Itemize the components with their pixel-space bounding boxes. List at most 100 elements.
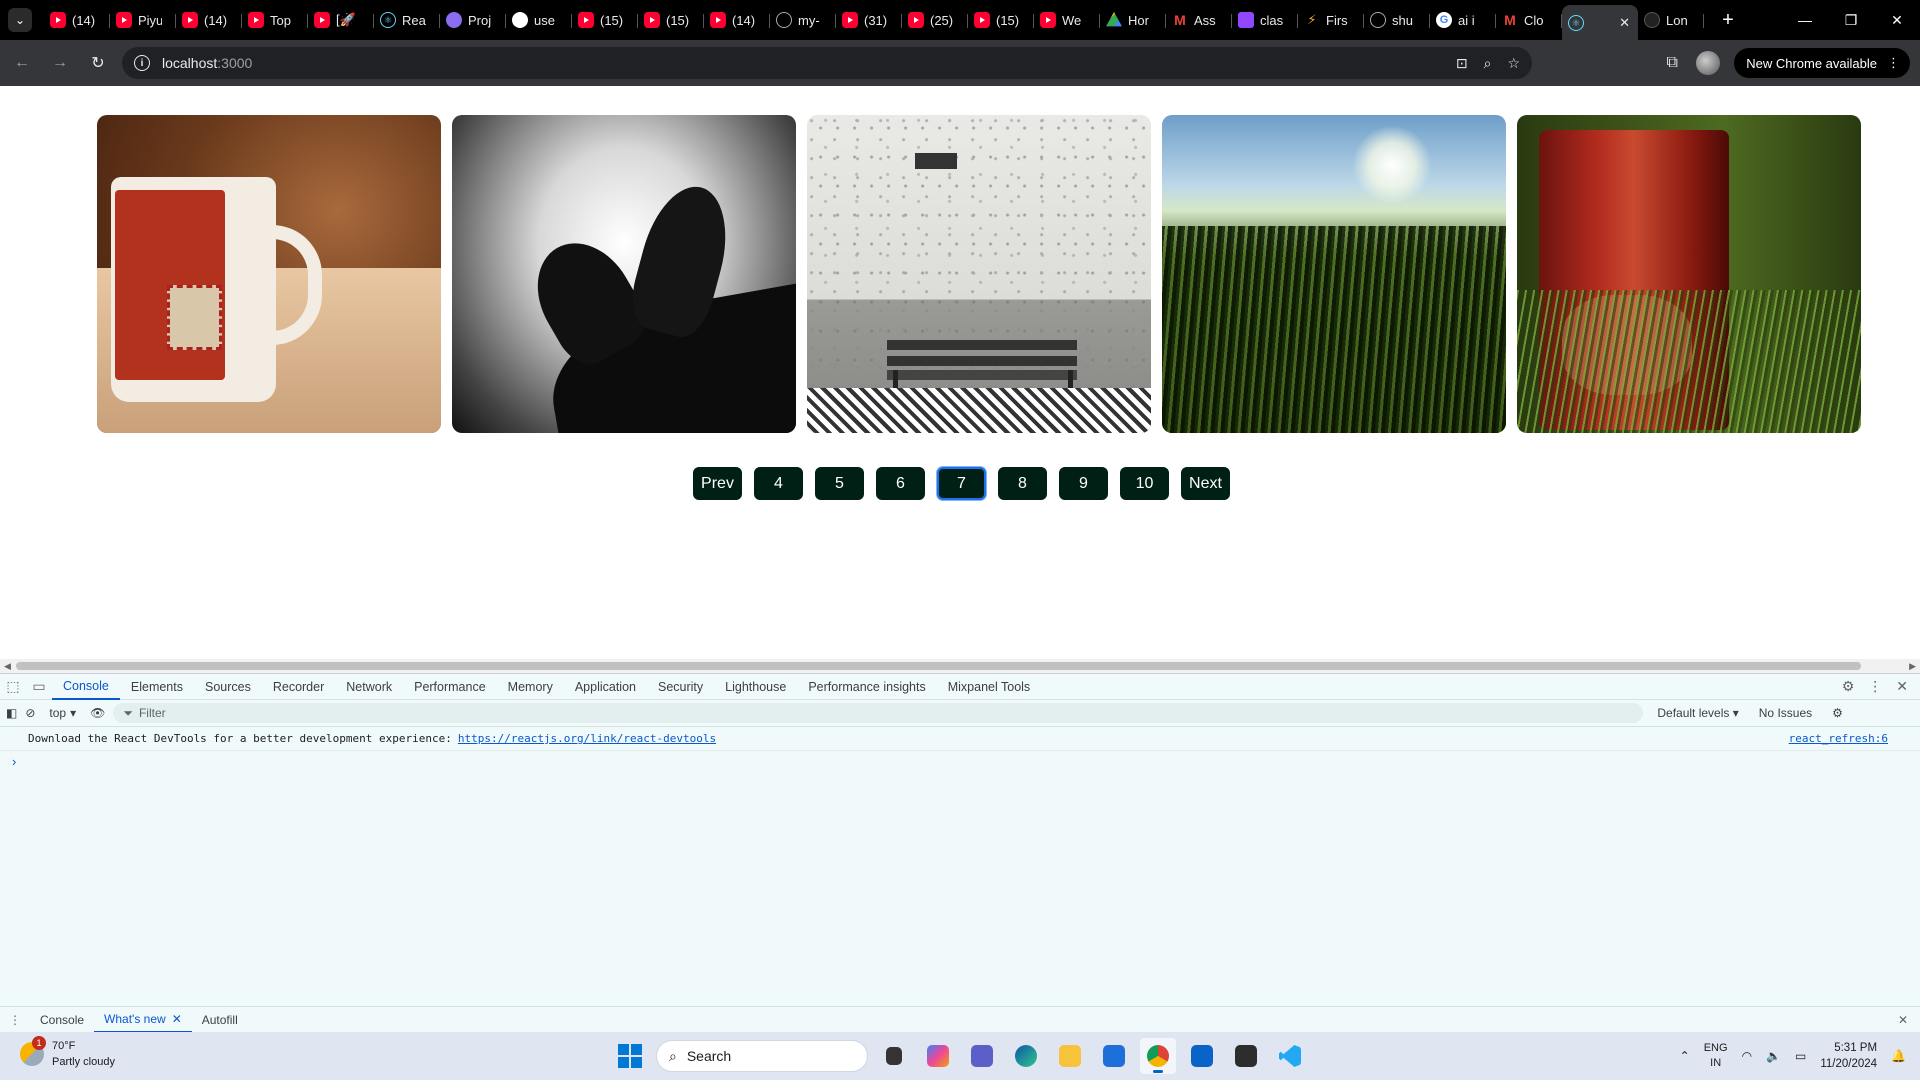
close-drawer-icon[interactable]: ✕ (1898, 1013, 1908, 1027)
next-button[interactable]: Next (1181, 467, 1230, 500)
new-tab-button[interactable]: + (1716, 9, 1740, 32)
devtools-tab-recorder[interactable]: Recorder (262, 674, 335, 700)
close-devtools-icon[interactable]: ✕ (1896, 678, 1908, 695)
tab-item[interactable]: clas (1232, 5, 1298, 35)
clear-console-icon[interactable]: ⊘ (25, 706, 35, 720)
weather-widget[interactable]: 1 70°F Partly cloudy (20, 1036, 115, 1070)
devtools-tab-lighthouse[interactable]: Lighthouse (714, 674, 797, 700)
close-drawer-tab-icon[interactable]: ✕ (172, 1012, 182, 1026)
install-app-icon[interactable]: ⊡ (1456, 55, 1468, 72)
tab-item[interactable]: use (506, 5, 572, 35)
tab-item[interactable]: my- (770, 5, 836, 35)
terminal-icon[interactable] (1228, 1038, 1264, 1074)
context-select[interactable]: top ▾ (43, 706, 82, 720)
devtools-tab-memory[interactable]: Memory (497, 674, 564, 700)
devtools-tab-sources[interactable]: Sources (194, 674, 262, 700)
live-expression-icon[interactable]: 👁 (90, 706, 105, 720)
tab-item[interactable]: Proj (440, 5, 506, 35)
tab-item[interactable]: Gai i (1430, 5, 1496, 35)
issues-count[interactable]: No Issues (1759, 706, 1812, 720)
photo-mug[interactable] (97, 115, 441, 433)
close-tab-icon[interactable]: ✕ (1619, 15, 1630, 31)
tab-item[interactable]: Piyu (110, 5, 176, 35)
tab-item[interactable]: ⚡ Firs (1298, 5, 1364, 35)
taskbar-search[interactable]: ⌕ Search (656, 1040, 868, 1072)
page-button-10[interactable]: 10 (1120, 467, 1169, 500)
drawer-tab-what-s-new[interactable]: What's new ✕ (94, 1007, 192, 1033)
battery-icon[interactable]: ▭ (1795, 1049, 1806, 1063)
volume-icon[interactable]: 🔈 (1766, 1049, 1781, 1063)
page-button-7[interactable]: 7 (937, 467, 986, 500)
back-icon[interactable]: ← (6, 47, 38, 79)
devtools-tab-network[interactable]: Network (335, 674, 403, 700)
restore-icon[interactable]: ❐ (1828, 0, 1874, 40)
page-button-5[interactable]: 5 (815, 467, 864, 500)
outlook-icon[interactable] (1184, 1038, 1220, 1074)
photo-field[interactable] (1162, 115, 1506, 433)
tab-item[interactable]: (14) (176, 5, 242, 35)
wifi-icon[interactable]: ◠ (1742, 1049, 1752, 1063)
vscode-icon[interactable] (1272, 1038, 1308, 1074)
file-explorer-icon[interactable] (1052, 1038, 1088, 1074)
devtools-tab-console[interactable]: Console (52, 674, 120, 700)
zoom-icon[interactable]: ⌕ (1484, 55, 1492, 72)
tab-item[interactable]: (15) (968, 5, 1034, 35)
profile-avatar[interactable] (1696, 51, 1721, 75)
start-button[interactable] (612, 1038, 648, 1074)
address-bar[interactable]: i localhost:3000 ⊡ ⌕ ☆ (122, 47, 1532, 79)
more-options-icon[interactable]: ⋮ (1868, 678, 1882, 695)
page-button-9[interactable]: 9 (1059, 467, 1108, 500)
tray-overflow-icon[interactable]: ⌃ (1680, 1049, 1690, 1063)
tab-item[interactable]: (31) (836, 5, 902, 35)
prev-button[interactable]: Prev (693, 467, 742, 500)
settings-gear-icon[interactable]: ⚙ (1842, 678, 1855, 695)
scroll-left-icon[interactable]: ◀ (4, 659, 11, 673)
devtools-tab-mixpanel-tools[interactable]: Mixpanel Tools (937, 674, 1041, 700)
inspect-element-icon[interactable]: ⬚ (0, 678, 26, 695)
tab-item[interactable]: ⚛ Rea (374, 5, 440, 35)
minimize-icon[interactable]: — (1782, 0, 1828, 40)
devtools-tab-performance-insights[interactable]: Performance insights (797, 674, 936, 700)
log-levels-dropdown[interactable]: Default levels ▾ (1657, 706, 1738, 720)
edge-icon[interactable] (1008, 1038, 1044, 1074)
devtools-tab-security[interactable]: Security (647, 674, 714, 700)
clock[interactable]: 5:31 PM 11/20/2024 (1820, 1040, 1877, 1072)
forward-icon[interactable]: → (44, 47, 76, 79)
tab-item[interactable]: M Ass (1166, 5, 1232, 35)
store-icon[interactable] (1096, 1038, 1132, 1074)
console-settings-icon[interactable]: ⚙ (1832, 706, 1843, 720)
notifications-bell-icon[interactable]: 🔔 (1891, 1049, 1906, 1063)
page-button-4[interactable]: 4 (754, 467, 803, 500)
task-view-icon[interactable] (876, 1038, 912, 1074)
tab-after-active[interactable]: Lon (1638, 5, 1704, 35)
page-button-8[interactable]: 8 (998, 467, 1047, 500)
console-message-link[interactable]: https://reactjs.org/link/react-devtools (458, 732, 716, 745)
reload-icon[interactable]: ↻ (82, 47, 114, 79)
teams-icon[interactable] (964, 1038, 1000, 1074)
filter-input[interactable]: ⏷ Filter (113, 703, 1644, 723)
close-window-icon[interactable]: ✕ (1874, 0, 1920, 40)
copilot-icon[interactable] (920, 1038, 956, 1074)
chrome-update-button[interactable]: New Chrome available ⋮ (1734, 48, 1910, 78)
tab-search-button[interactable]: ⌄ (8, 8, 32, 32)
tab-item[interactable]: Hor (1100, 5, 1166, 35)
drawer-tab-autofill[interactable]: Autofill (192, 1007, 248, 1033)
tab-item[interactable]: [🚀 (308, 5, 374, 35)
more-menu-icon[interactable]: ⋮ (1887, 55, 1900, 71)
console-source-link[interactable]: react_refresh:6 (1789, 732, 1888, 745)
tab-item[interactable]: M Clo (1496, 5, 1562, 35)
page-button-6[interactable]: 6 (876, 467, 925, 500)
tab-item[interactable]: (14) (704, 5, 770, 35)
bookmark-star-icon[interactable]: ☆ (1507, 55, 1520, 72)
photo-feet[interactable] (452, 115, 796, 433)
tab-item[interactable]: (15) (638, 5, 704, 35)
tab-item[interactable]: (25) (902, 5, 968, 35)
tab-item[interactable]: shu (1364, 5, 1430, 35)
console-prompt[interactable]: › (0, 751, 1920, 771)
devtools-tab-application[interactable]: Application (564, 674, 647, 700)
tab-item[interactable]: (15) (572, 5, 638, 35)
tab-item[interactable]: We (1034, 5, 1100, 35)
tab-active[interactable]: ⚛ ✕ (1562, 5, 1638, 41)
site-info-icon[interactable]: i (134, 55, 150, 71)
photo-bench[interactable] (807, 115, 1151, 433)
